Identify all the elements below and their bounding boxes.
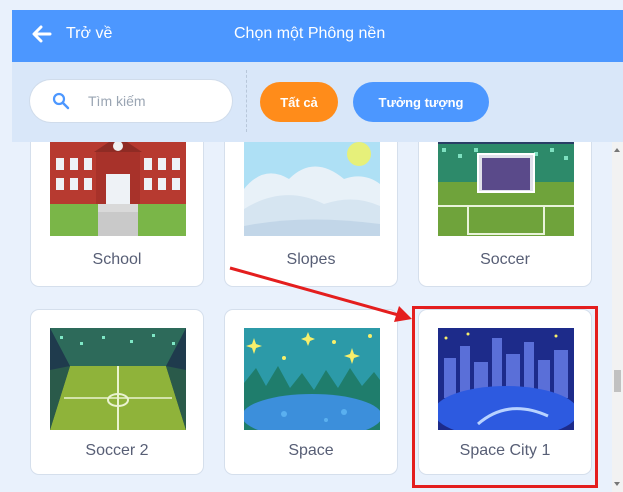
slopes-thumbnail [244, 142, 380, 236]
backdrop-name: Space [288, 442, 334, 459]
scroll-thumb[interactable] [614, 370, 621, 392]
backdrop-card-space[interactable]: Space [225, 310, 397, 474]
annotation-highlight-box [412, 306, 598, 488]
scroll-down-arrow-icon[interactable] [614, 482, 620, 486]
arrow-left-icon [32, 25, 52, 43]
scrollbar[interactable] [612, 142, 623, 492]
backdrop-name: School [92, 251, 142, 268]
soccer-2-thumbnail [50, 328, 186, 430]
filter-bar: Tìm kiếm Tất cả Tưởng tượng [12, 62, 623, 142]
backdrop-card-slopes[interactable]: Slopes [225, 142, 397, 286]
page-title: Chọn một Phông nền [234, 25, 386, 42]
soccer-thumbnail [438, 142, 574, 236]
tag-fantasy-button[interactable]: Tưởng tượng [353, 82, 489, 122]
filter-divider [246, 70, 247, 132]
backdrop-name: Soccer 2 [85, 442, 149, 459]
backdrop-card-soccer[interactable]: Soccer [419, 142, 591, 286]
backdrop-card-soccer-2[interactable]: Soccer 2 [31, 310, 203, 474]
backdrop-name: Slopes [286, 251, 336, 268]
tag-all-button[interactable]: Tất cả [260, 82, 338, 122]
school-thumbnail [50, 142, 186, 236]
back-button[interactable]: Trở về [32, 25, 112, 43]
backdrop-card-school[interactable]: School [31, 142, 203, 286]
backdrop-name: Soccer [480, 251, 530, 268]
header-bar: Trở về Chọn một Phông nền [12, 10, 623, 62]
search-placeholder: Tìm kiếm [88, 93, 146, 109]
back-label: Trở về [66, 25, 113, 42]
search-icon [52, 92, 70, 110]
space-thumbnail [244, 328, 380, 430]
search-input[interactable]: Tìm kiếm [30, 80, 232, 122]
scroll-up-arrow-icon[interactable] [614, 148, 620, 152]
